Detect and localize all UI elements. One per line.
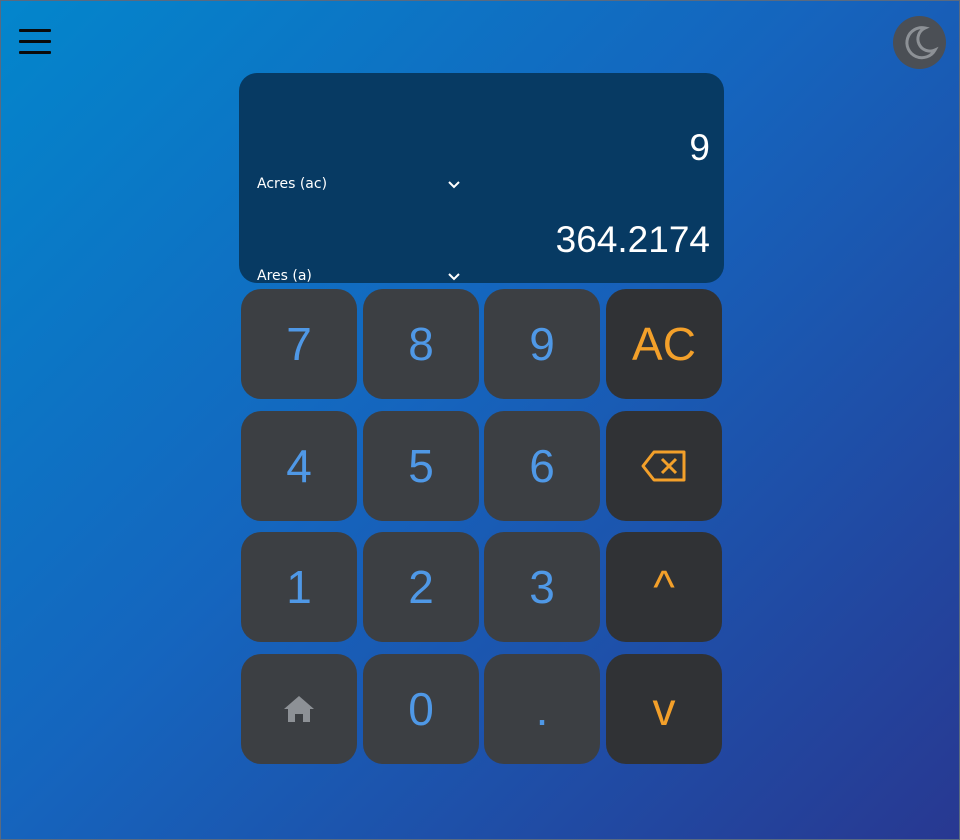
key-8-label: 8 bbox=[408, 318, 434, 370]
key-5-label: 5 bbox=[408, 440, 434, 492]
key-8[interactable]: 8 bbox=[363, 289, 479, 399]
key-4[interactable]: 4 bbox=[241, 411, 357, 521]
from-unit-label: Acres (ac) bbox=[257, 176, 328, 192]
caret-down-icon: v bbox=[652, 683, 676, 735]
key-1-label: 1 bbox=[286, 561, 312, 613]
key-9[interactable]: 9 bbox=[484, 289, 600, 399]
caret-up-icon: ^ bbox=[653, 561, 675, 613]
converter-display: Acres (ac) 9 Ares (a) 364.2174 bbox=[239, 73, 724, 284]
key-3[interactable]: 3 bbox=[484, 532, 600, 642]
key-6[interactable]: 6 bbox=[484, 411, 600, 521]
keypad: 7 8 9 AC 4 5 6 1 2 3 ^ 0 . v bbox=[241, 289, 723, 765]
menu-button[interactable] bbox=[19, 29, 51, 61]
key-6-label: 6 bbox=[529, 440, 555, 492]
to-unit-select[interactable]: Ares (a) bbox=[257, 264, 467, 288]
backspace-button[interactable] bbox=[606, 411, 722, 521]
decimal-label: . bbox=[535, 683, 549, 735]
key-7-label: 7 bbox=[286, 318, 312, 370]
home-button[interactable] bbox=[241, 654, 357, 764]
theme-toggle-button[interactable] bbox=[893, 16, 946, 69]
swap-down-button[interactable]: v bbox=[606, 654, 722, 764]
output-value: 364.2174 bbox=[555, 219, 710, 260]
moon-icon bbox=[904, 25, 939, 59]
to-unit-label: Ares (a) bbox=[257, 268, 312, 284]
home-icon bbox=[284, 696, 314, 722]
from-unit-select[interactable]: Acres (ac) bbox=[257, 172, 467, 196]
key-2-label: 2 bbox=[408, 561, 434, 613]
input-value: 9 bbox=[689, 127, 710, 168]
key-1[interactable]: 1 bbox=[241, 532, 357, 642]
clear-label: AC bbox=[632, 318, 696, 370]
key-7[interactable]: 7 bbox=[241, 289, 357, 399]
key-4-label: 4 bbox=[286, 440, 312, 492]
key-0[interactable]: 0 bbox=[363, 654, 479, 764]
chevron-down-icon bbox=[448, 273, 460, 281]
key-0-label: 0 bbox=[408, 683, 434, 735]
key-2[interactable]: 2 bbox=[363, 532, 479, 642]
backspace-icon bbox=[641, 450, 686, 482]
chevron-down-icon bbox=[448, 181, 460, 189]
swap-up-button[interactable]: ^ bbox=[606, 532, 722, 642]
clear-button[interactable]: AC bbox=[606, 289, 722, 399]
key-3-label: 3 bbox=[529, 561, 555, 613]
key-9-label: 9 bbox=[529, 318, 555, 370]
hamburger-menu-icon bbox=[19, 29, 51, 54]
decimal-button[interactable]: . bbox=[484, 654, 600, 764]
key-5[interactable]: 5 bbox=[363, 411, 479, 521]
